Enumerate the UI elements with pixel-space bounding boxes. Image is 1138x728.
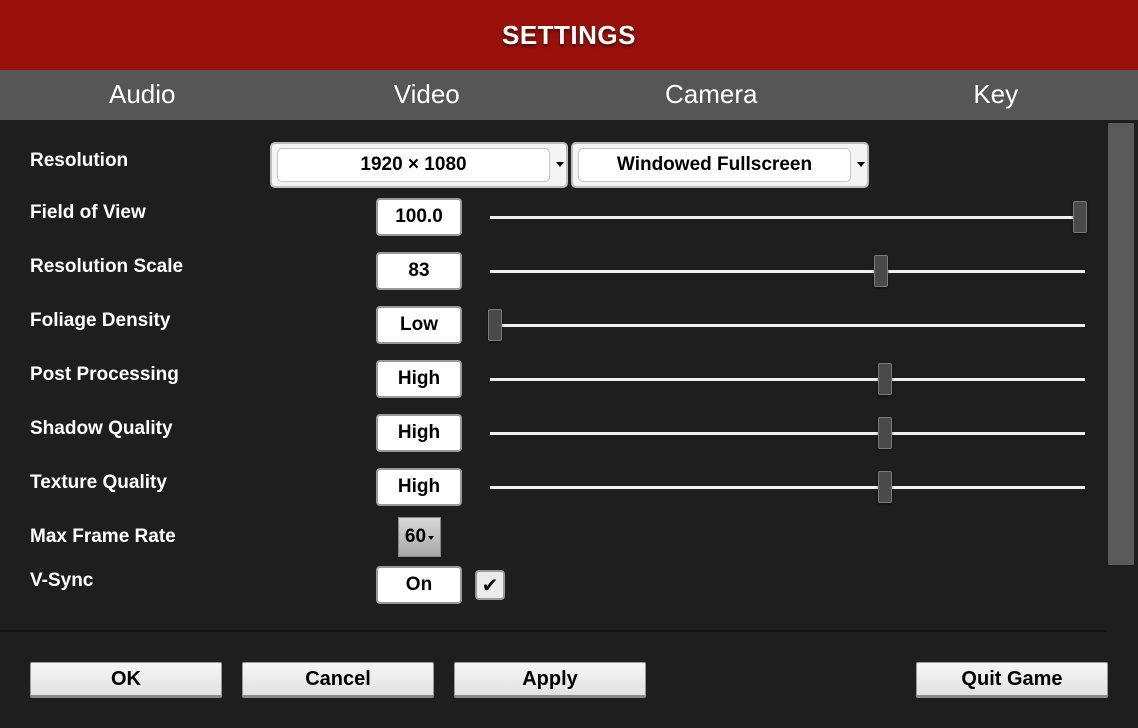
max-frame-rate-select[interactable]: 60 — [398, 517, 441, 557]
ok-button[interactable]: OK — [30, 662, 222, 698]
settings-header: SETTINGS — [0, 0, 1138, 70]
vsync-label: V-Sync — [30, 570, 94, 591]
texture-quality-slider[interactable] — [490, 471, 1085, 503]
vsync-checkbox[interactable]: ✔ — [475, 570, 505, 600]
tab-key[interactable]: Key — [854, 70, 1138, 120]
slider-handle[interactable] — [878, 417, 892, 449]
resolution-dropdown[interactable]: 1920 × 1080 — [270, 142, 568, 188]
checkmark-icon: ✔ — [481, 574, 499, 597]
texture-quality-label: Texture Quality — [30, 472, 167, 493]
tab-video[interactable]: Video — [285, 70, 570, 120]
apply-button[interactable]: Apply — [454, 662, 646, 698]
tab-audio[interactable]: Audio — [0, 70, 285, 120]
slider-handle[interactable] — [878, 471, 892, 503]
foliage-density-label: Foliage Density — [30, 310, 171, 331]
vsync-value[interactable]: On — [376, 566, 462, 604]
max-frame-rate-value: 60 — [404, 526, 427, 547]
slider-handle[interactable] — [1073, 201, 1087, 233]
resolution-value: 1920 × 1080 — [277, 148, 550, 182]
tab-bar: Audio Video Camera Key — [0, 70, 1138, 120]
field-of-view-label: Field of View — [30, 202, 146, 223]
divider — [0, 630, 1106, 632]
slider-handle[interactable] — [878, 363, 892, 395]
window-mode-dropdown[interactable]: Windowed Fullscreen — [571, 142, 869, 188]
resolution-label: Resolution — [30, 150, 129, 171]
slider-handle[interactable] — [874, 255, 888, 287]
foliage-density-input[interactable]: Low — [376, 306, 462, 344]
resolution-scale-label: Resolution Scale — [30, 256, 184, 277]
resolution-scale-input[interactable]: 83 — [376, 252, 462, 290]
page-title: SETTINGS — [501, 19, 636, 50]
cancel-button[interactable]: Cancel — [242, 662, 434, 698]
texture-quality-input[interactable]: High — [376, 468, 462, 506]
post-processing-label: Post Processing — [30, 364, 179, 385]
scrollbar[interactable] — [1108, 123, 1134, 565]
chevron-down-icon — [428, 536, 435, 540]
resolution-scale-slider[interactable] — [490, 255, 1085, 287]
quit-game-button[interactable]: Quit Game — [916, 662, 1108, 698]
tab-camera[interactable]: Camera — [569, 70, 854, 120]
post-processing-slider[interactable] — [490, 363, 1085, 395]
chevron-down-icon — [556, 162, 564, 167]
shadow-quality-input[interactable]: High — [376, 414, 462, 452]
slider-handle[interactable] — [488, 309, 502, 341]
post-processing-input[interactable]: High — [376, 360, 462, 398]
window-mode-value: Windowed Fullscreen — [578, 148, 851, 182]
max-frame-rate-label: Max Frame Rate — [30, 526, 176, 547]
field-of-view-slider[interactable] — [490, 201, 1087, 233]
field-of-view-input[interactable]: 100.0 — [376, 198, 462, 236]
shadow-quality-slider[interactable] — [490, 417, 1085, 449]
foliage-density-slider[interactable] — [488, 309, 1085, 341]
shadow-quality-label: Shadow Quality — [30, 418, 173, 439]
chevron-down-icon — [857, 162, 865, 167]
